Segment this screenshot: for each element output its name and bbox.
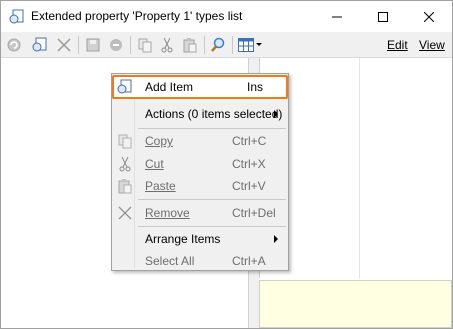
menu-item-actions[interactable]: Actions (0 items selected) bbox=[114, 103, 286, 125]
search-button[interactable] bbox=[209, 36, 227, 54]
context-menu: Add Item Ins Actions (0 items selected) … bbox=[111, 73, 289, 271]
menu-item-shortcut: Ctrl+V bbox=[232, 179, 266, 193]
menu-view-label: View bbox=[419, 38, 445, 52]
save-button[interactable] bbox=[84, 36, 102, 54]
submenu-arrow-icon bbox=[274, 110, 278, 118]
property-window-icon bbox=[9, 9, 25, 25]
menu-item-shortcut: Ctrl+Del bbox=[232, 206, 276, 220]
view-grid-dropdown[interactable] bbox=[237, 36, 263, 54]
menu-item-label: Copy bbox=[145, 134, 173, 148]
menu-item-label: Arrange Items bbox=[145, 232, 221, 246]
menu-view[interactable]: View bbox=[419, 38, 445, 52]
toolbar-separator bbox=[78, 36, 79, 54]
paste-button[interactable] bbox=[181, 36, 199, 54]
submenu-arrow-icon bbox=[274, 235, 278, 243]
toolbar-separator bbox=[130, 36, 131, 54]
menu-edit[interactable]: Edit bbox=[387, 38, 408, 52]
app-window: Extended property 'Property 1' types lis… bbox=[0, 0, 453, 329]
toolbar: Edit View bbox=[1, 32, 452, 58]
menu-item-remove[interactable]: Remove Ctrl+Del bbox=[114, 202, 286, 224]
refresh-button[interactable] bbox=[5, 36, 23, 54]
menu-item-copy[interactable]: Copy Ctrl+C bbox=[114, 130, 286, 152]
menu-item-label-text: Cut bbox=[145, 157, 164, 171]
menu-item-shortcut: Ctrl+C bbox=[232, 134, 267, 148]
menu-item-label: Add Item bbox=[145, 80, 194, 94]
menu-separator bbox=[138, 128, 286, 129]
menu-item-add-item[interactable]: Add Item Ins bbox=[112, 75, 288, 99]
column-divider bbox=[359, 58, 360, 278]
chevron-down-icon bbox=[256, 43, 262, 46]
close-icon bbox=[424, 11, 434, 22]
menu-separator bbox=[138, 226, 286, 227]
minimize-button[interactable] bbox=[314, 1, 360, 32]
cancel-button[interactable] bbox=[107, 36, 125, 54]
paste-icon bbox=[183, 38, 197, 53]
remove-icon bbox=[117, 205, 133, 221]
refresh-icon bbox=[7, 38, 21, 52]
menu-item-select-all[interactable]: Select All Ctrl+A bbox=[114, 250, 286, 272]
window-title: Extended property 'Property 1' types lis… bbox=[31, 9, 243, 23]
toolbar-separator bbox=[204, 36, 205, 54]
menu-item-label: Paste bbox=[145, 179, 176, 193]
save-icon bbox=[86, 38, 100, 52]
view-grid-icon bbox=[238, 38, 254, 52]
menu-edit-label: Edit bbox=[387, 38, 408, 52]
add-item-icon bbox=[117, 79, 133, 95]
menu-item-shortcut: Ins bbox=[247, 80, 264, 94]
delete-icon bbox=[57, 38, 71, 52]
copy-icon bbox=[117, 133, 133, 149]
minimize-icon bbox=[332, 16, 342, 17]
menu-item-paste[interactable]: Paste Ctrl+V bbox=[114, 175, 286, 197]
cancel-icon bbox=[110, 39, 122, 51]
menu-item-arrange-items[interactable]: Arrange Items bbox=[114, 228, 286, 250]
menu-item-shortcut: Ctrl+X bbox=[232, 157, 266, 171]
copy-icon bbox=[138, 38, 152, 53]
paste-icon bbox=[117, 178, 133, 194]
description-panel bbox=[259, 280, 452, 328]
menu-separator bbox=[138, 199, 286, 200]
toolbar-separator bbox=[232, 36, 233, 54]
cut-button[interactable] bbox=[158, 36, 176, 54]
menu-item-label: Cut bbox=[145, 157, 164, 171]
add-item-button[interactable] bbox=[31, 36, 49, 54]
search-icon bbox=[211, 37, 225, 52]
close-button[interactable] bbox=[406, 1, 452, 32]
menu-item-label: Select All bbox=[145, 254, 195, 268]
menu-item-label-text: Remove bbox=[145, 206, 190, 220]
menu-item-shortcut: Ctrl+A bbox=[232, 254, 266, 268]
menu-item-label-text: Paste bbox=[145, 179, 176, 193]
maximize-icon bbox=[378, 11, 388, 22]
menu-item-cut[interactable]: Cut Ctrl+X bbox=[114, 153, 286, 175]
cut-icon bbox=[117, 156, 133, 172]
maximize-button[interactable] bbox=[360, 1, 406, 32]
menu-item-label-text: Copy bbox=[145, 134, 174, 148]
title-bar: Extended property 'Property 1' types lis… bbox=[1, 1, 452, 32]
add-item-icon bbox=[32, 37, 47, 52]
delete-button[interactable] bbox=[55, 36, 73, 54]
copy-button[interactable] bbox=[136, 36, 154, 54]
cut-icon bbox=[161, 37, 173, 53]
menu-item-label: Remove bbox=[145, 206, 190, 220]
menu-item-label: Actions (0 items selected) bbox=[145, 107, 283, 121]
